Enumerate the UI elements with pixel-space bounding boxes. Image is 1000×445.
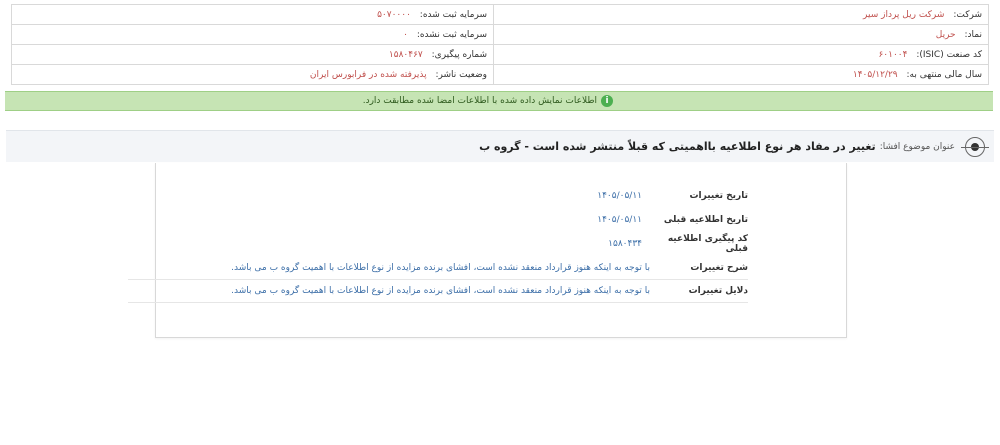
registered-capital-label: سرمایه ثبت شده:: [419, 9, 487, 20]
publisher-status-label: وضعیت ناشر:: [435, 69, 487, 80]
info-row: شرکت: شرکت ریل پرداز سیر سرمایه ثبت شده:…: [11, 4, 989, 25]
registered-capital-cell: سرمایه ثبت شده: ۵۰۷۰۰۰۰: [11, 4, 494, 25]
banner-content: i اطلاعات نمایش داده شده با اطلاعات امضا…: [363, 95, 613, 107]
tracking-label: شماره پیگیری:: [431, 49, 487, 60]
detail-row-previous-tracking-code: کد پیگیری اطلاعیه قبلی ۱۵۸۰۴۳۴: [128, 233, 748, 255]
info-row: سال مالی منتهی به: ۱۴۰۵/۱۲/۲۹ وضعیت ناشر…: [11, 64, 989, 85]
detail-label: تاریخ اطلاعیه قبلی: [663, 215, 748, 225]
detail-label: شرح تغییرات: [690, 263, 748, 273]
fiscal-year-label: سال مالی منتهی به:: [906, 69, 982, 80]
subject-label: عنوان موضوع افشا:: [879, 141, 955, 152]
detail-row-change-date: تاریخ تغییرات ۱۴۰۵/۰۵/۱۱: [128, 185, 748, 207]
disclosure-subject-bar: عنوان موضوع افشا: تغییر در مفاد هر نوع ا…: [6, 130, 994, 162]
target-icon: [961, 136, 989, 157]
symbol-value: حریل: [935, 29, 956, 40]
unregistered-capital-label: سرمایه ثبت نشده:: [416, 29, 487, 40]
isic-label: کد صنعت (ISIC):: [916, 49, 982, 60]
info-row: نماد: حریل سرمایه ثبت نشده: ۰: [11, 24, 989, 45]
fiscal-year-cell: سال مالی منتهی به: ۱۴۰۵/۱۲/۲۹: [493, 64, 989, 85]
detail-value: ۱۴۰۵/۰۵/۱۱: [597, 191, 642, 201]
detail-value: با توجه به اینکه هنوز قرارداد منعقد نشده…: [231, 263, 650, 273]
detail-label: تاریخ تغییرات: [689, 191, 748, 201]
company-value: شرکت ریل پرداز سیر: [863, 9, 945, 20]
detail-value: با توجه به اینکه هنوز قرارداد منعقد نشده…: [231, 286, 650, 296]
publisher-status-cell: وضعیت ناشر: پذیرفته شده در فرابورس ایران: [11, 64, 494, 85]
fiscal-year-value: ۱۴۰۵/۱۲/۲۹: [852, 69, 898, 80]
isic-cell: کد صنعت (ISIC): ۶۰۱۰۰۴: [493, 44, 989, 65]
detail-row-change-reasons: دلایل تغییرات با توجه به اینکه هنوز قرار…: [128, 280, 748, 303]
detail-label: کد پیگیری اطلاعیه قبلی: [667, 234, 748, 254]
detail-row-previous-notice-date: تاریخ اطلاعیه قبلی ۱۴۰۵/۰۵/۱۱: [128, 209, 748, 231]
tracking-cell: شماره پیگیری: ۱۵۸۰۴۶۷: [11, 44, 494, 65]
symbol-label: نماد:: [964, 29, 983, 40]
company-cell: شرکت: شرکت ریل پرداز سیر: [493, 4, 989, 25]
subject-title: تغییر در مفاد هر نوع اطلاعیه بااهمیتی که…: [479, 140, 876, 153]
publisher-status-value: پذیرفته شده در فرابورس ایران: [309, 69, 427, 80]
detail-row-change-description: شرح تغییرات با توجه به اینکه هنوز قراردا…: [128, 257, 748, 280]
detail-label: دلایل تغییرات: [688, 286, 748, 296]
detail-value: ۱۴۰۵/۰۵/۱۱: [597, 215, 642, 225]
tracking-value: ۱۵۸۰۴۶۷: [388, 49, 423, 60]
detail-value: ۱۵۸۰۴۳۴: [608, 239, 642, 249]
company-info-table: شرکت: شرکت ریل پرداز سیر سرمایه ثبت شده:…: [11, 4, 989, 85]
isic-value: ۶۰۱۰۰۴: [878, 49, 908, 60]
details-panel: تاریخ تغییرات ۱۴۰۵/۰۵/۱۱ تاریخ اطلاعیه ق…: [128, 163, 847, 338]
company-label: شرکت:: [953, 9, 982, 20]
check-circle-icon: i: [601, 95, 613, 107]
verification-banner: i اطلاعات نمایش داده شده با اطلاعات امضا…: [5, 91, 993, 111]
registered-capital-value: ۵۰۷۰۰۰۰: [377, 9, 411, 20]
unregistered-capital-value: ۰: [403, 29, 408, 40]
unregistered-capital-cell: سرمایه ثبت نشده: ۰: [11, 24, 494, 45]
info-row: کد صنعت (ISIC): ۶۰۱۰۰۴ شماره پیگیری: ۱۵۸…: [11, 44, 989, 65]
banner-message: اطلاعات نمایش داده شده با اطلاعات امضا ش…: [362, 96, 597, 106]
symbol-cell: نماد: حریل: [493, 24, 989, 45]
